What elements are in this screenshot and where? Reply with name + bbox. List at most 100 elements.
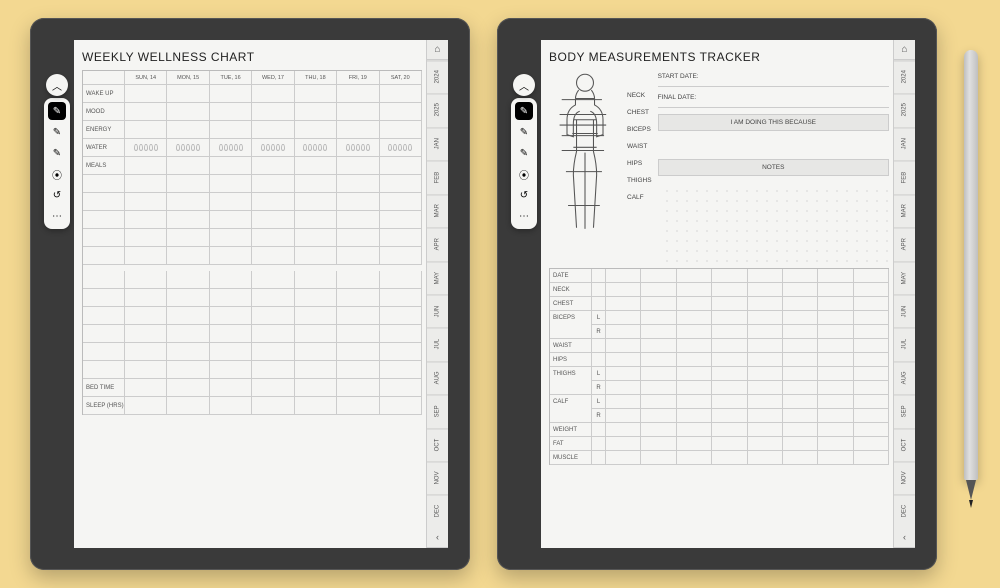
grid-cell[interactable] [748,325,783,339]
grid-cell[interactable] [295,193,337,211]
grid-cell[interactable] [167,229,209,247]
grid-cell[interactable] [783,423,818,437]
grid-cell[interactable] [380,289,422,307]
grid-cell[interactable] [210,397,252,415]
grid-cell[interactable] [83,175,125,193]
tab-month-nov[interactable]: NOV [427,461,448,494]
notes-dot-grid[interactable] [658,182,889,262]
grid-cell[interactable] [818,269,853,283]
grid-cell[interactable] [252,247,294,265]
grid-cell[interactable] [167,289,209,307]
grid-cell[interactable] [252,211,294,229]
grid-cell[interactable] [783,367,818,381]
grid-cell[interactable]: WATER [83,139,125,157]
grid-cell[interactable] [592,339,606,353]
grid-cell[interactable] [606,325,641,339]
grid-cell[interactable] [167,325,209,343]
grid-cell[interactable]: TUE, 16 [210,71,252,85]
tab-month-aug[interactable]: AUG [894,361,915,394]
grid-cell[interactable] [592,297,606,311]
grid-cell[interactable] [337,325,379,343]
grid-cell[interactable] [125,103,167,121]
tab-month-apr[interactable]: APR [427,227,448,260]
grid-cell[interactable] [167,379,209,397]
pen-tool-active[interactable]: ✎ [48,102,66,120]
grid-cell[interactable] [210,325,252,343]
grid-cell[interactable] [167,211,209,229]
grid-cell[interactable] [125,289,167,307]
grid-cell[interactable] [125,139,167,157]
grid-cell[interactable] [854,367,889,381]
grid-cell[interactable] [380,85,422,103]
grid-cell[interactable] [592,423,606,437]
grid-cell[interactable] [641,423,676,437]
grid-cell[interactable] [295,157,337,175]
grid-cell[interactable] [295,211,337,229]
grid-cell[interactable] [295,379,337,397]
grid-cell[interactable] [83,343,125,361]
grid-cell[interactable]: MUSCLE [550,451,592,465]
grid-cell[interactable] [380,229,422,247]
grid-cell[interactable] [606,283,641,297]
grid-cell[interactable] [783,325,818,339]
grid-cell[interactable]: THIGHS [550,367,592,381]
grid-cell[interactable] [380,121,422,139]
grid-cell[interactable] [783,409,818,423]
grid-cell[interactable] [606,395,641,409]
grid-cell[interactable] [125,175,167,193]
tab-month-sep[interactable]: SEP [427,394,448,427]
because-box[interactable]: I AM DOING THIS BECAUSE [658,114,889,131]
grid-cell[interactable] [677,325,712,339]
grid-cell[interactable] [641,367,676,381]
grid-cell[interactable] [380,343,422,361]
tab-month-apr[interactable]: APR [894,227,915,260]
grid-cell[interactable] [641,395,676,409]
collapse-up-button[interactable]: ︿ [46,74,68,96]
grid-cell[interactable] [295,397,337,415]
grid-cell[interactable] [818,409,853,423]
grid-cell[interactable]: R [592,325,606,339]
grid-cell[interactable] [210,157,252,175]
grid-cell[interactable]: SUN, 14 [125,71,167,85]
tab-month-jun[interactable]: JUN [427,294,448,327]
grid-cell[interactable] [592,283,606,297]
grid-cell[interactable] [295,361,337,379]
grid-cell[interactable] [677,297,712,311]
grid-cell[interactable] [167,397,209,415]
grid-cell[interactable] [606,381,641,395]
grid-cell[interactable] [337,211,379,229]
grid-cell[interactable] [783,395,818,409]
tab-month-oct[interactable]: OCT [427,428,448,461]
grid-cell[interactable] [854,283,889,297]
grid-cell[interactable] [125,121,167,139]
tab-month-aug[interactable]: AUG [427,361,448,394]
grid-cell[interactable] [210,247,252,265]
grid-cell[interactable] [337,175,379,193]
grid-cell[interactable] [125,85,167,103]
grid-cell[interactable] [252,175,294,193]
grid-cell[interactable] [125,343,167,361]
pen-tool-3[interactable]: ✎ [48,144,66,162]
grid-cell[interactable] [818,451,853,465]
tab-year-2024[interactable]: 2024 [894,60,915,93]
grid-cell[interactable] [712,339,747,353]
grid-cell[interactable] [83,193,125,211]
tab-home-icon[interactable]: ⌂ [427,40,448,60]
grid-cell[interactable] [210,103,252,121]
grid-cell[interactable] [380,361,422,379]
grid-cell[interactable] [712,395,747,409]
grid-cell[interactable] [854,311,889,325]
tab-month-jan[interactable]: JAN [894,127,915,160]
grid-cell[interactable] [748,409,783,423]
grid-cell[interactable] [550,409,592,423]
grid-cell[interactable] [380,175,422,193]
grid-cell[interactable] [295,289,337,307]
tab-month-may[interactable]: MAY [894,261,915,294]
grid-cell[interactable] [818,367,853,381]
grid-cell[interactable] [125,397,167,415]
grid-cell[interactable] [337,307,379,325]
grid-cell[interactable] [550,325,592,339]
grid-cell[interactable] [83,307,125,325]
grid-cell[interactable] [125,325,167,343]
grid-cell[interactable] [677,395,712,409]
